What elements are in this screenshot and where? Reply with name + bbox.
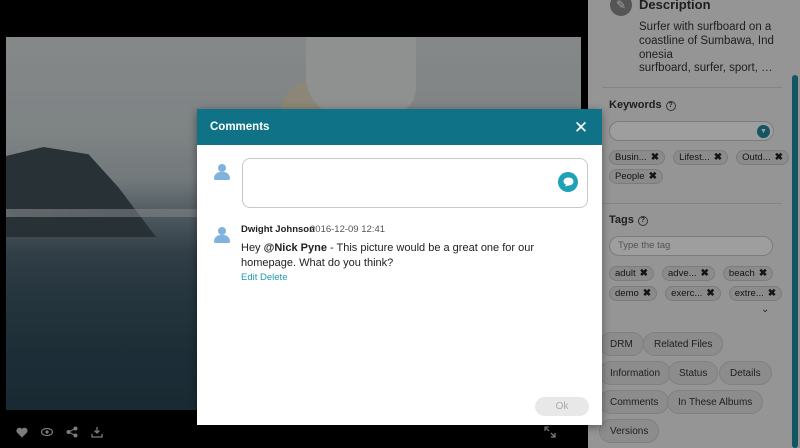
send-comment-button[interactable] <box>558 172 578 192</box>
edit-comment-link[interactable]: Edit <box>241 272 257 283</box>
ok-button[interactable]: Ok <box>535 397 589 416</box>
avatar <box>214 227 230 243</box>
dialog-title: Comments <box>210 121 270 133</box>
comment-input[interactable] <box>242 158 588 208</box>
comment-date: 2016-12-09 12:41 <box>310 224 386 235</box>
close-icon[interactable]: ✕ <box>573 119 589 136</box>
comments-dialog: Comments ✕ Dwight Johnson 2016-12-09 12:… <box>197 109 602 425</box>
comment-text: Hey @Nick Pyne - This picture would be a… <box>241 241 586 271</box>
comment-author: Dwight Johnson <box>241 224 315 235</box>
comment-actions: Edit Delete <box>241 272 287 283</box>
comment-mention[interactable]: @Nick Pyne <box>264 242 327 254</box>
dialog-header: Comments ✕ <box>197 109 602 145</box>
comment-prefix: Hey <box>241 242 264 254</box>
avatar <box>214 164 230 180</box>
delete-comment-link[interactable]: Delete <box>260 272 287 283</box>
